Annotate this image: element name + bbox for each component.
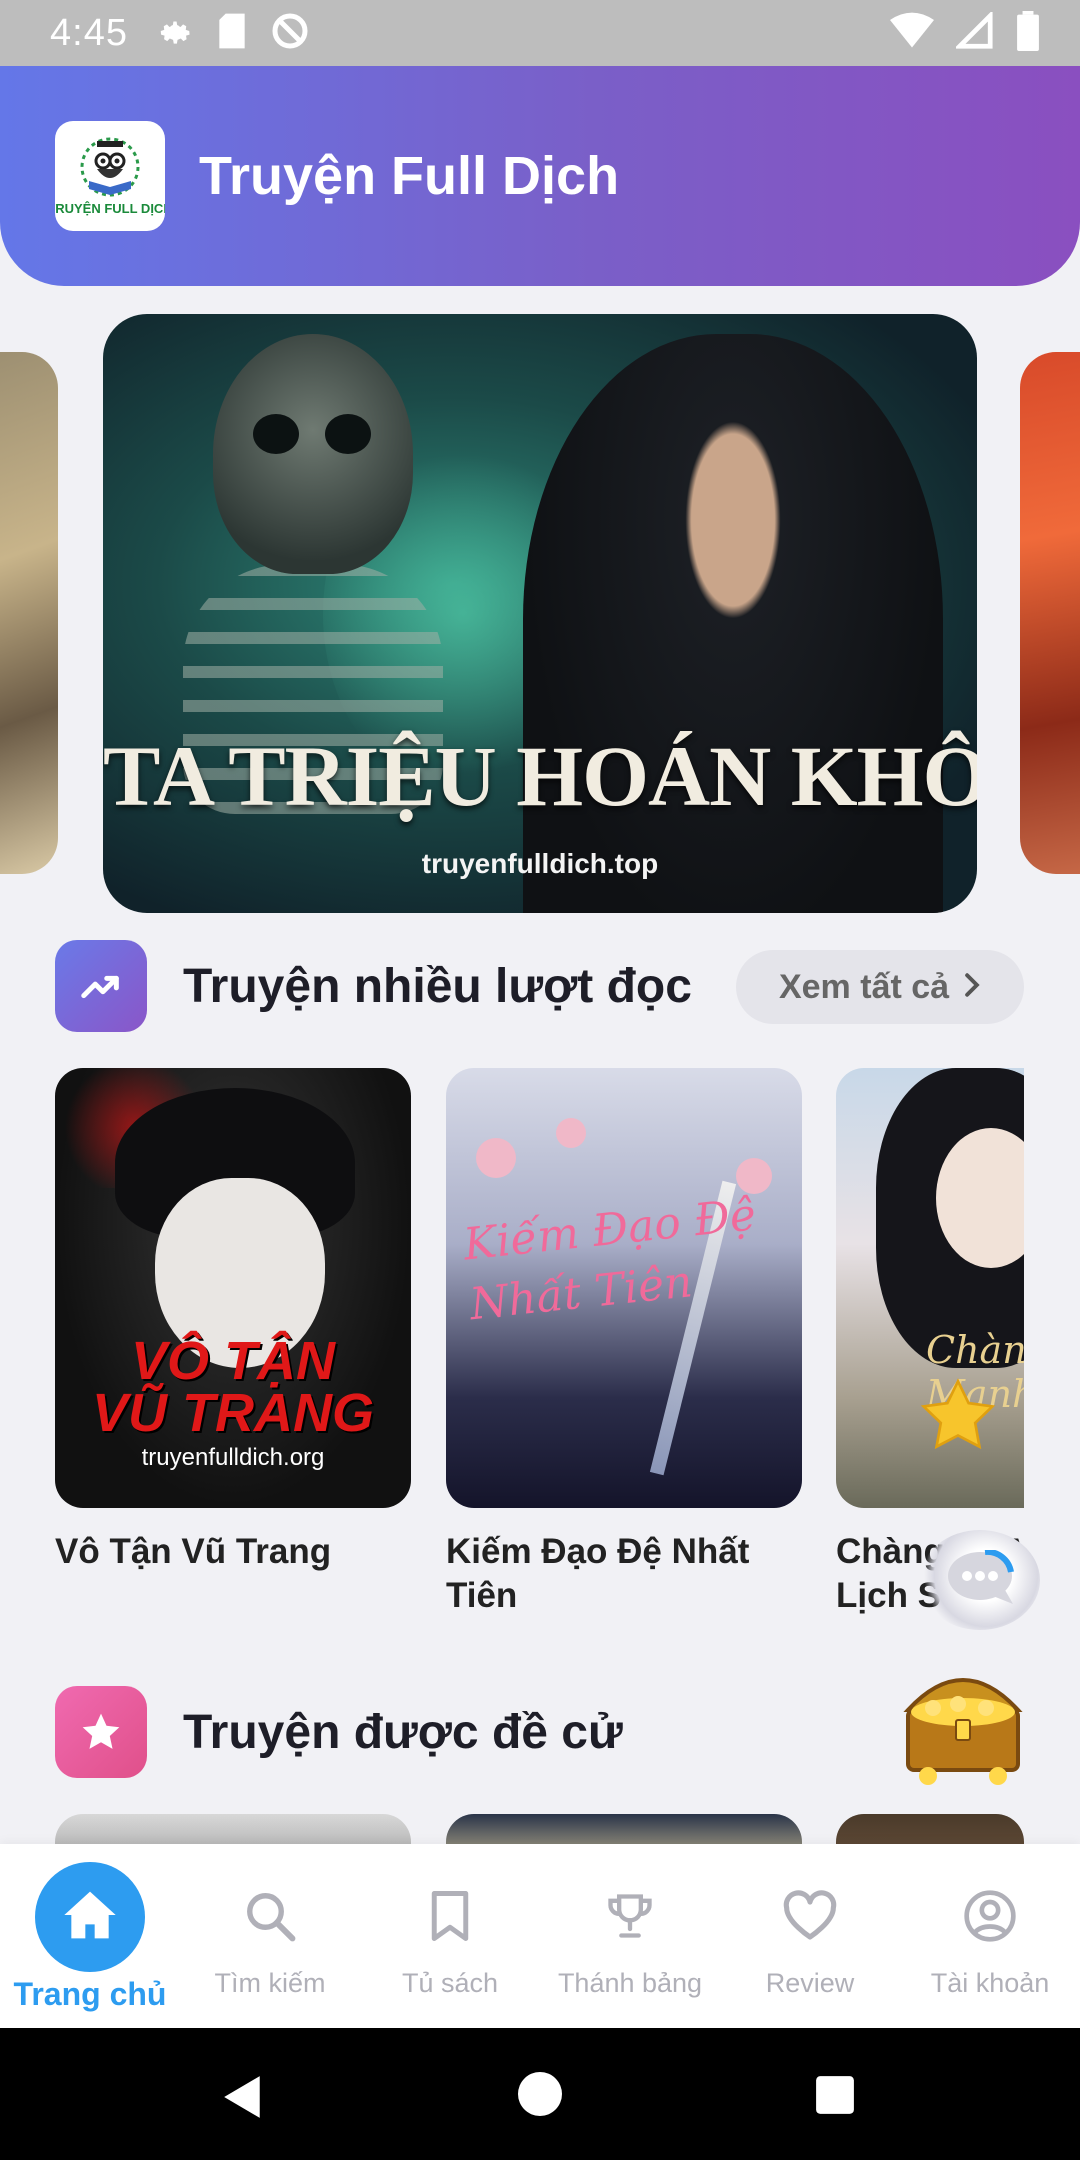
back-icon[interactable] — [222, 2074, 264, 2125]
recents-icon[interactable] — [814, 2074, 856, 2121]
status-bar: 4:45 — [0, 0, 1080, 66]
banner-art-eye — [253, 414, 299, 454]
book-title: Kiếm Đạo Đệ Nhất Tiên — [446, 1532, 750, 1615]
nav-label: Trang chủ — [13, 1976, 167, 2012]
account-icon — [962, 1888, 1018, 1949]
chat-bubble-icon — [945, 1548, 1015, 1611]
nav-item-review[interactable]: Review — [720, 1844, 900, 2028]
home-icon — [62, 1889, 118, 1946]
banner-next-slide[interactable] — [1020, 352, 1080, 874]
cover-title-line1: VÔ TẬN — [130, 1331, 335, 1391]
cover-art-blossom — [556, 1118, 586, 1148]
bookmark-icon — [428, 1889, 472, 1948]
trophy-icon — [604, 1889, 656, 1948]
nav-item-ranking[interactable]: Thánh bảng — [540, 1844, 720, 2028]
status-time: 4:45 — [50, 11, 128, 54]
cover-site: truyenfulldich.org — [141, 1444, 325, 1471]
cover-art-blossom — [476, 1138, 516, 1178]
nav-label: Thánh bảng — [557, 1968, 703, 1998]
app-header: TRUYỆN FULL DỊCH Truyện Full Dịch — [0, 66, 1080, 286]
banner-site: truyenfulldich.top — [421, 848, 659, 879]
cover-title: Kiếm Đạo Đệ Nhất Tiên — [461, 1189, 759, 1331]
book-cover: VÔ TẬN VŨ TRANG truyenfulldich.org — [55, 1068, 411, 1508]
section-recommended-header: Truyện được đề cử — [55, 1686, 623, 1778]
screen: 4:45 RUYỆN FULL DỊC Truyện Full Dịch TA … — [0, 0, 1080, 2160]
banner-prev-slide[interactable] — [0, 352, 58, 874]
floating-chat-button[interactable] — [920, 1530, 1040, 1630]
book-card[interactable]: Kiếm Đạo Đệ Nhất Tiên Kiếm Đạo Đệ Nhất T… — [446, 1068, 802, 1618]
book-cover: Kiếm Đạo Đệ Nhất Tiên — [446, 1068, 802, 1508]
banner-art-eye — [325, 414, 371, 454]
book-title: Vô Tận Vũ Trang — [55, 1532, 332, 1571]
section-popular-title: Truyện nhiều lượt đọc — [183, 959, 692, 1013]
signal-icon — [954, 9, 994, 55]
banner-art-skull — [213, 334, 413, 574]
owl-logo-icon — [80, 137, 140, 196]
nav-label: Tìm kiếm — [214, 1968, 326, 1998]
nav-item-bookshelf[interactable]: Tủ sách — [360, 1844, 540, 2028]
see-all-button[interactable]: Xem tất cả — [736, 950, 1024, 1024]
treasure-chest-icon[interactable] — [888, 1650, 1038, 1795]
heart-icon — [782, 1889, 838, 1947]
banner-title: TA TRIỆU HOÁN KHÔ LÂU — [103, 728, 977, 824]
floating-star-icon[interactable] — [918, 1378, 998, 1459]
nav-item-account[interactable]: Tài khoản — [900, 1844, 1080, 2028]
trending-icon — [55, 940, 147, 1032]
nav-label: Tủ sách — [401, 1968, 499, 1998]
nav-label: Tài khoản — [930, 1968, 1050, 1998]
nav-item-home[interactable]: Trang chủ — [0, 1844, 180, 2028]
home-button-icon[interactable] — [518, 2072, 562, 2121]
banner-slide[interactable]: TA TRIỆU HOÁN KHÔ LÂU truyenfulldich.top — [103, 314, 977, 913]
bottom-navigation: Trang chủ Tìm kiếm Tủ sách Thánh bảng Re… — [0, 1844, 1080, 2028]
system-navigation-bar — [0, 2028, 1080, 2160]
nav-item-search[interactable]: Tìm kiếm — [180, 1844, 360, 2028]
app-title: Truyện Full Dịch — [199, 146, 620, 206]
star-icon — [55, 1686, 147, 1778]
section-recommended-title: Truyện được đề cử — [183, 1705, 623, 1759]
wifi-icon — [890, 12, 934, 55]
logo-text: TRUYỆN FULL DỊCH — [55, 200, 165, 216]
sync-icon — [270, 11, 310, 56]
search-icon — [243, 1889, 297, 1948]
chevron-right-icon — [963, 968, 981, 1007]
cover-title-line2: VŨ TRANG — [92, 1383, 374, 1443]
section-popular-header: Truyện nhiều lượt đọc — [55, 940, 692, 1032]
banner-art-character — [523, 334, 943, 913]
app-logo: TRUYỆN FULL DỊCH — [55, 121, 165, 231]
battery-icon — [1016, 10, 1040, 56]
sd-card-icon — [216, 12, 248, 55]
book-card[interactable]: VÔ TẬN VŨ TRANG truyenfulldich.org Vô Tậ… — [55, 1068, 411, 1574]
nav-label: Review — [765, 1968, 855, 1998]
settings-icon — [156, 12, 194, 55]
see-all-label: Xem tất cả — [778, 967, 950, 1006]
